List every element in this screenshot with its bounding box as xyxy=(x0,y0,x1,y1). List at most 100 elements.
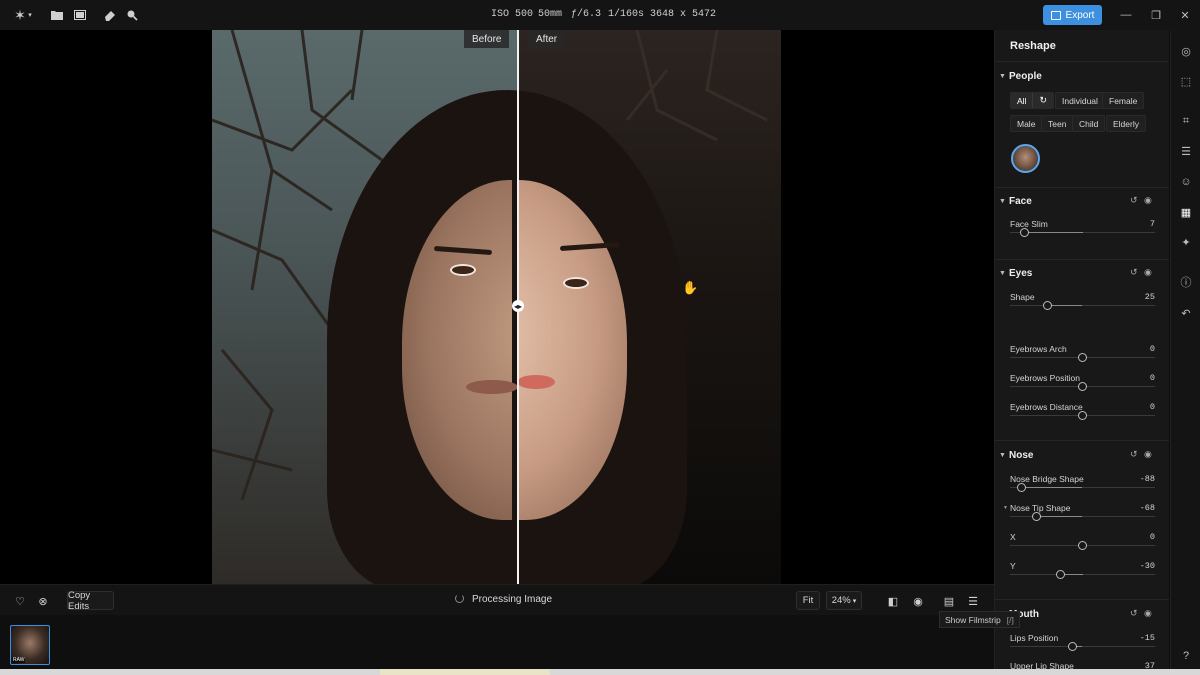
undo-icon[interactable]: ↶ xyxy=(1179,306,1193,320)
refresh-icon[interactable]: ↻ xyxy=(1032,93,1053,108)
slider-fill xyxy=(1024,232,1083,233)
slider-knob[interactable] xyxy=(1017,483,1027,492)
tooltip-shortcut: [/] xyxy=(1006,614,1014,625)
slider-value[interactable]: -15 xyxy=(1140,633,1155,643)
help-icon[interactable]: ? xyxy=(1179,649,1193,663)
slider-value[interactable]: 0 xyxy=(1150,532,1155,542)
slider-value[interactable]: -30 xyxy=(1140,561,1155,571)
chip-child[interactable]: Child xyxy=(1072,115,1106,132)
slider-knob[interactable] xyxy=(1078,353,1087,362)
eye-icon[interactable]: ◉ xyxy=(911,594,925,608)
slider-value[interactable]: 37 xyxy=(1145,661,1155,669)
slider-track[interactable] xyxy=(1010,574,1155,575)
filmstrip-tooltip: Show Filmstrip [/] xyxy=(939,611,1020,628)
slider-fill xyxy=(1047,305,1083,306)
visibility-icon[interactable]: ◉ xyxy=(1144,608,1152,619)
reset-icon[interactable]: ↺ xyxy=(1130,195,1138,206)
chip-elderly[interactable]: Elderly xyxy=(1106,115,1146,132)
info-icon[interactable]: ⓘ xyxy=(1179,275,1193,289)
fit-button[interactable]: Fit xyxy=(796,591,820,610)
face-retouch-icon[interactable]: ☺ xyxy=(1179,175,1193,189)
chevron-down-icon: ▼ xyxy=(999,269,1006,277)
slider-knob[interactable] xyxy=(1078,382,1087,391)
all-chip[interactable]: All ↻ xyxy=(1010,92,1054,109)
filmstrip-icon[interactable]: ▤ xyxy=(942,594,956,608)
slider-knob[interactable] xyxy=(1031,512,1041,521)
heart-icon[interactable]: ♡ xyxy=(13,594,27,608)
slider-label: Nose Tip Shape xyxy=(1010,503,1071,513)
slider-knob[interactable] xyxy=(1056,570,1066,579)
reject-icon[interactable]: ⊗ xyxy=(36,594,50,608)
eraser-icon[interactable] xyxy=(102,7,118,23)
zoom-select[interactable]: 24% ▾ xyxy=(826,591,862,610)
nose-title: Nose xyxy=(1009,449,1034,461)
zoom-icon[interactable] xyxy=(124,7,140,23)
hand-cursor-icon: ✋ xyxy=(682,280,699,295)
compare-icon[interactable]: ◧ xyxy=(886,594,900,608)
lips-before xyxy=(466,380,518,394)
slider-value[interactable]: 25 xyxy=(1145,292,1155,302)
layers-icon[interactable]: ◎ xyxy=(1179,44,1193,58)
adjustments-icon[interactable]: ☰ xyxy=(1179,144,1193,158)
slider-label: Lips Position xyxy=(1010,633,1059,643)
iso-readout: ISO 500 xyxy=(491,9,534,20)
focal-length-readout: 50mm xyxy=(538,9,563,20)
reshape-icon[interactable]: ▦ xyxy=(1179,205,1193,219)
slider-knob[interactable] xyxy=(1067,642,1077,651)
thumbnail[interactable]: RAW xyxy=(10,625,50,665)
select-icon[interactable]: ⬚ xyxy=(1179,74,1193,88)
tool-rail: ◎ ⬚ ⌗ ☰ ☺ ▦ ✦ ⓘ ↶ ? xyxy=(1170,30,1200,669)
chevron-down-icon: ▾ xyxy=(852,597,857,605)
close-icon[interactable]: ✕ xyxy=(1178,8,1192,22)
ai-sparkle-icon[interactable]: ✦ xyxy=(1179,235,1193,249)
gallery-icon[interactable] xyxy=(72,7,88,23)
slider-value[interactable]: 7 xyxy=(1150,219,1155,229)
chip-female[interactable]: Female xyxy=(1102,92,1145,109)
slider-value[interactable]: -88 xyxy=(1140,474,1155,484)
slider-value[interactable]: 0 xyxy=(1150,344,1155,354)
eyes-section-header[interactable]: ▼ Eyes ↺ ◉ xyxy=(999,265,1167,281)
slider-value[interactable]: -68 xyxy=(1140,503,1155,513)
chip-teen[interactable]: Teen xyxy=(1041,115,1074,132)
reset-icon[interactable]: ↺ xyxy=(1130,267,1138,278)
slider-value[interactable]: 0 xyxy=(1150,402,1155,412)
separator xyxy=(995,259,1169,260)
slider-track[interactable] xyxy=(1010,646,1155,647)
crop-icon[interactable]: ⌗ xyxy=(1179,114,1193,128)
slider-value[interactable]: 0 xyxy=(1150,373,1155,383)
slider-knob[interactable] xyxy=(1020,228,1029,237)
caret-icon: ▼ xyxy=(1003,505,1008,511)
before-label: Before xyxy=(464,30,510,48)
processing-status: Processing Image xyxy=(455,594,552,605)
divider-handle-icon[interactable]: ◂▸ xyxy=(512,300,524,312)
face-section-header[interactable]: ▼ Face ↺ ◉ xyxy=(999,193,1167,209)
chip-male[interactable]: Male xyxy=(1010,115,1043,132)
reset-icon[interactable]: ↺ xyxy=(1130,608,1138,619)
visibility-icon[interactable]: ◉ xyxy=(1144,449,1152,460)
minimize-icon[interactable]: — xyxy=(1119,8,1133,22)
reset-icon[interactable]: ↺ xyxy=(1130,449,1138,460)
photo-preview[interactable]: ◂▸ Before After xyxy=(212,30,781,584)
chevron-down-icon[interactable]: ▾ xyxy=(26,7,34,23)
filmstrip: RAW xyxy=(0,615,994,669)
restore-icon[interactable]: ❐ xyxy=(1149,8,1163,22)
slider-knob[interactable] xyxy=(1078,541,1087,550)
people-section-header[interactable]: ▼ People xyxy=(999,68,1167,84)
export-icon xyxy=(1050,10,1061,20)
slider-knob[interactable] xyxy=(1043,301,1053,310)
face-avatar[interactable] xyxy=(1011,144,1040,173)
visibility-icon[interactable]: ◉ xyxy=(1144,267,1152,278)
slider-label: Eyebrows Arch xyxy=(1010,344,1067,354)
copy-edits-button[interactable]: Copy Edits xyxy=(67,590,114,612)
chip-individual[interactable]: Individual xyxy=(1055,92,1105,109)
slider-track[interactable] xyxy=(1010,305,1155,306)
eyes-title: Eyes xyxy=(1009,267,1033,279)
nose-section-header[interactable]: ▼ Nose ↺ ◉ xyxy=(999,447,1167,463)
export-button[interactable]: Export xyxy=(1043,5,1102,25)
slider-knob[interactable] xyxy=(1078,411,1087,420)
visibility-icon[interactable]: ◉ xyxy=(1144,195,1152,206)
image-canvas[interactable]: ◂▸ Before After ✋ xyxy=(0,30,994,584)
mouth-section-header[interactable]: ▼ Mouth ↺ ◉ xyxy=(999,606,1167,622)
folder-icon[interactable] xyxy=(49,7,65,23)
sort-icon[interactable]: ☰ xyxy=(966,594,980,608)
